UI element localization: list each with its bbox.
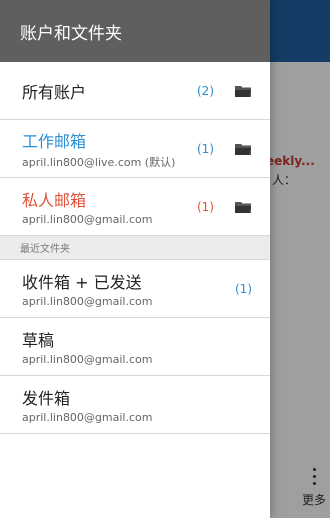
recent-folder-outbox[interactable]: 发件箱 april.lin800@gmail.com [0, 376, 270, 434]
drawer-title: 账户和文件夹 [20, 23, 122, 44]
folder-icon[interactable] [234, 200, 252, 214]
folder-icon[interactable] [234, 84, 252, 98]
account-name: 私人邮箱 [22, 191, 87, 210]
account-item-work[interactable]: 工作邮箱 april.lin800@live.com (默认) (1) [0, 120, 270, 178]
unread-count: (2) [197, 83, 214, 98]
section-label: 最近文件夹 [20, 244, 70, 255]
recent-folders-section-header: 最近文件夹 [0, 236, 270, 260]
account-email: april.lin800@gmail.com [22, 213, 153, 226]
accounts-and-folders-drawer: 账户和文件夹 所有账户 (2) 工作邮箱 april.lin800@live.c… [0, 0, 270, 518]
folder-account-email: april.lin800@gmail.com [22, 353, 153, 366]
drawer-header: 账户和文件夹 [0, 0, 270, 62]
folder-icon[interactable] [234, 142, 252, 156]
account-email: april.lin800@live.com (默认) [22, 155, 176, 169]
folder-name: 收件箱 + 已发送 [22, 273, 142, 292]
unread-count: (1) [235, 281, 252, 296]
recent-folder-inbox-sent[interactable]: 收件箱 + 已发送 april.lin800@gmail.com (1) [0, 260, 270, 318]
folder-account-email: april.lin800@gmail.com [22, 411, 153, 424]
account-name: 所有账户 [22, 82, 87, 102]
recent-folder-drafts[interactable]: 草稿 april.lin800@gmail.com [0, 318, 270, 376]
account-name: 工作邮箱 [22, 131, 87, 151]
folder-account-email: april.lin800@gmail.com [22, 295, 153, 308]
account-item-personal[interactable]: 私人邮箱 april.lin800@gmail.com (1) [0, 178, 270, 236]
unread-count: (1) [197, 141, 214, 156]
account-item-all[interactable]: 所有账户 (2) [0, 62, 270, 120]
folder-name: 发件箱 [22, 389, 71, 408]
folder-name: 草稿 [22, 331, 55, 350]
unread-count: (1) [197, 199, 214, 214]
